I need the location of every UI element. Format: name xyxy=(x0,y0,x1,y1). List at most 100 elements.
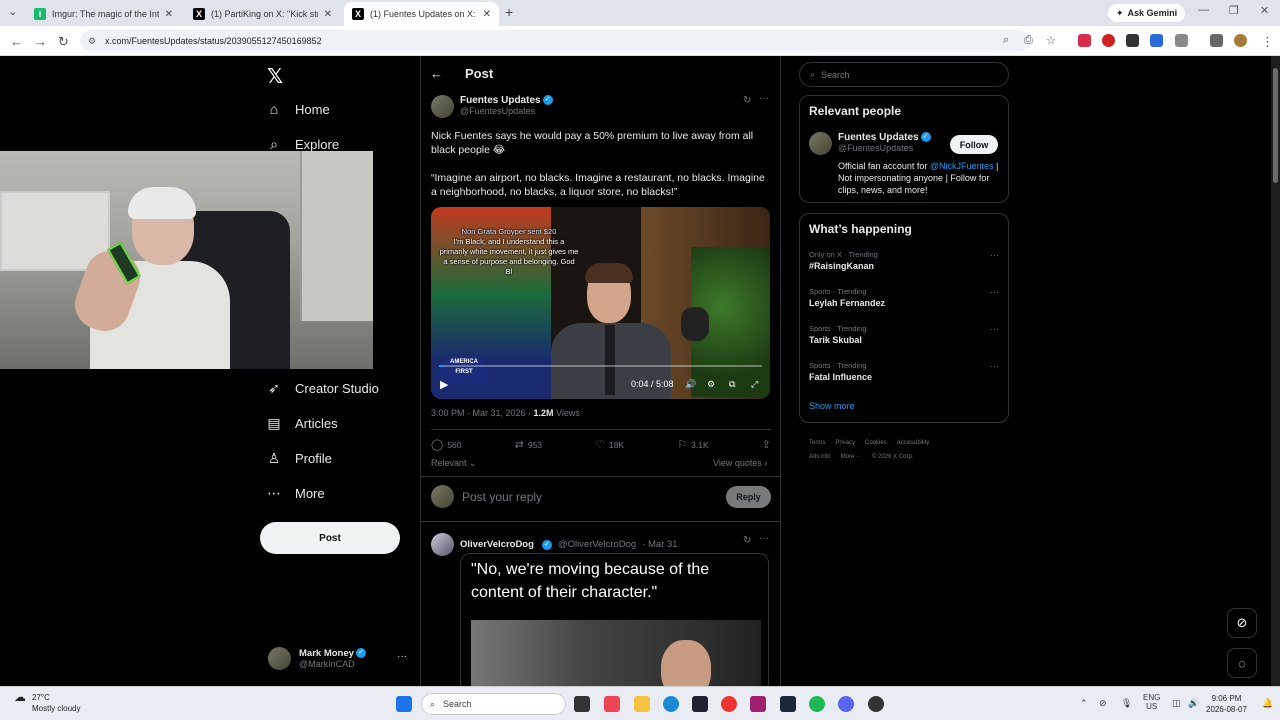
app-icon[interactable] xyxy=(692,696,708,712)
file-explorer-icon[interactable] xyxy=(634,696,650,712)
back-arrow-icon[interactable]: ← xyxy=(430,66,443,81)
obs-icon[interactable] xyxy=(868,696,884,712)
scrollbar-thumb[interactable] xyxy=(1273,68,1278,183)
video-progress-bar[interactable] xyxy=(439,365,762,367)
post-more-icon[interactable]: ··· xyxy=(759,93,769,104)
trend-item[interactable]: Sports · Trending Leylah Fernandez ··· xyxy=(809,287,999,308)
like-action[interactable]: ♡ 18K xyxy=(595,438,624,451)
browser-tab-imgur[interactable]: i Imgur: The magic of the Interne ✕ xyxy=(26,2,181,26)
task-view-icon[interactable] xyxy=(574,696,590,712)
language-indicator[interactable]: ENG US xyxy=(1143,693,1160,711)
footer-link[interactable]: Privacy xyxy=(835,440,855,446)
post-author[interactable]: Fuentes Updates ✓ @FuentesUpdates xyxy=(431,95,553,118)
reload-icon[interactable]: ↻ xyxy=(58,34,69,50)
microphone-icon[interactable]: 🎙 xyxy=(1121,698,1132,709)
share-action[interactable]: ⇪ xyxy=(762,438,771,451)
trend-more-icon[interactable]: ··· xyxy=(990,287,999,297)
messages-float-icon[interactable]: ◌ xyxy=(1227,648,1257,678)
post-button[interactable]: Post xyxy=(260,522,400,554)
close-tab-icon[interactable]: ✕ xyxy=(483,9,491,20)
bio-mention-link[interactable]: @NickJFuentes xyxy=(930,161,994,171)
account-more-icon[interactable]: ··· xyxy=(397,651,407,662)
wifi-icon[interactable]: ◫ xyxy=(1172,698,1181,709)
volume-icon[interactable]: 🔊 xyxy=(685,379,696,390)
show-more-link[interactable]: Show more xyxy=(809,401,855,411)
install-app-icon[interactable]: ⎙ xyxy=(1024,34,1033,47)
reply-button[interactable]: Reply xyxy=(726,485,771,508)
browser-menu-icon[interactable]: ⋮ xyxy=(1261,34,1274,50)
trend-item[interactable]: Sports · Trending Tarik Skubal ··· xyxy=(809,324,999,345)
taskbar-search[interactable]: ⌕ Search xyxy=(421,693,566,715)
maximize-icon[interactable]: ❐ xyxy=(1229,4,1239,17)
footer-link[interactable]: More ··· xyxy=(841,454,862,460)
extension-icon[interactable] xyxy=(1150,34,1163,47)
minimize-icon[interactable]: — xyxy=(1198,4,1209,16)
clock[interactable]: 9:06 PM 2026-08-07 xyxy=(1206,693,1247,715)
sidebar-item-profile[interactable]: ♙ Profile xyxy=(266,450,332,466)
extension-icon[interactable] xyxy=(1102,34,1115,47)
chrome-icon[interactable] xyxy=(721,696,737,712)
close-window-icon[interactable]: ✕ xyxy=(1260,4,1269,17)
post-timestamp[interactable]: 3:00 PM · Mar 31, 2026 · xyxy=(431,408,534,418)
volume-icon[interactable]: 🔊 xyxy=(1188,698,1199,709)
bookmark-action[interactable]: ⚐ 3.1K xyxy=(677,438,708,451)
view-quotes-link[interactable]: View quotes › xyxy=(713,458,767,468)
reply-action[interactable]: ◯ 560 xyxy=(431,438,462,451)
footer-link[interactable]: Terms xyxy=(809,440,825,446)
footer-link[interactable]: Ads info xyxy=(809,454,831,460)
browser-tab-fuentes[interactable]: X (1) Fuentes Updates on X: "Nick ✕ xyxy=(344,2,499,26)
reply-media[interactable]: "No, we're moving because of the content… xyxy=(460,553,769,693)
profile-avatar-icon[interactable] xyxy=(1234,34,1247,47)
trend-more-icon[interactable]: ··· xyxy=(990,250,999,260)
video-player[interactable]: AMERICA FIRST Non Grata Groyper sent $20… xyxy=(431,207,770,399)
tab-search-icon[interactable]: ⌄ xyxy=(4,4,22,22)
sort-replies-dropdown[interactable]: Relevant ⌄ xyxy=(431,458,477,469)
extensions-puzzle-icon[interactable] xyxy=(1175,34,1188,47)
extension-icon[interactable] xyxy=(1126,34,1139,47)
sidebar-item-explore[interactable]: ⌕ Explore xyxy=(266,136,339,152)
site-info-icon[interactable]: ⚙ xyxy=(88,36,96,47)
sidebar-item-creator-studio[interactable]: ➶ Creator Studio xyxy=(266,380,379,396)
sidebar-item-articles[interactable]: ▤ Articles xyxy=(266,415,337,431)
fullscreen-icon[interactable]: ⤢ xyxy=(751,379,758,390)
sidebar-item-home[interactable]: ⌂ Home xyxy=(266,101,330,117)
search-input[interactable]: ⌕ Search xyxy=(799,62,1009,87)
close-tab-icon[interactable]: ✕ xyxy=(165,9,173,20)
grok-icon[interactable]: ↻ xyxy=(743,535,751,546)
ask-gemini-button[interactable]: ✦ Ask Gemini xyxy=(1108,4,1186,22)
trend-item[interactable]: Sports · Trending Fatal Influence ··· xyxy=(809,361,999,382)
windows-start-icon[interactable] xyxy=(396,696,412,712)
scrollbar[interactable] xyxy=(1271,56,1280,686)
x-logo-icon[interactable]: 𝕏 xyxy=(267,64,283,89)
tray-expand-icon[interactable]: ⌃ xyxy=(1080,698,1088,709)
network-icon[interactable]: ⊘ xyxy=(1099,698,1107,709)
reply-input[interactable]: Post your reply xyxy=(462,490,718,504)
settings-icon[interactable]: ⚙ xyxy=(707,379,715,390)
edge-icon[interactable] xyxy=(663,696,679,712)
spotify-icon[interactable] xyxy=(809,696,825,712)
steam-icon[interactable] xyxy=(780,696,796,712)
extension-icon[interactable] xyxy=(1078,34,1091,47)
post-more-icon[interactable]: ··· xyxy=(759,533,769,544)
play-icon[interactable]: ▶ xyxy=(440,378,448,391)
weather-widget[interactable]: ☁ 27°C Mostly cloudy xyxy=(14,691,80,714)
browser-tab-partiking[interactable]: X (1) PartiKing on X: "Kick stream ✕ xyxy=(185,2,340,26)
zoom-icon[interactable]: ⌕ xyxy=(1003,34,1009,47)
trend-more-icon[interactable]: ··· xyxy=(990,361,999,371)
trend-more-icon[interactable]: ··· xyxy=(990,324,999,334)
grok-float-icon[interactable]: ⊘ xyxy=(1227,608,1257,638)
forward-icon[interactable]: → xyxy=(34,34,47,49)
repost-action[interactable]: ⇄ 953 xyxy=(515,438,542,451)
account-switcher[interactable]: Mark Money ✓ @MarkInCAD xyxy=(268,647,366,670)
app-icon[interactable] xyxy=(750,696,766,712)
follow-button[interactable]: Follow xyxy=(950,135,998,154)
grok-icon[interactable]: ↻ xyxy=(743,95,751,106)
footer-link[interactable]: Accessibility xyxy=(897,440,930,446)
sidebar-item-more[interactable]: ⋯ More xyxy=(266,485,325,501)
new-tab-button[interactable]: + xyxy=(505,4,513,20)
discord-icon[interactable] xyxy=(838,696,854,712)
relevant-person[interactable]: Fuentes Updates ✓ @FuentesUpdates xyxy=(809,132,931,155)
picture-in-picture-icon[interactable]: ⧉ xyxy=(729,379,735,390)
notifications-icon[interactable]: 🔔 xyxy=(1262,698,1273,709)
trend-item[interactable]: Only on X · Trending #RaisingKanan ··· xyxy=(809,250,999,271)
